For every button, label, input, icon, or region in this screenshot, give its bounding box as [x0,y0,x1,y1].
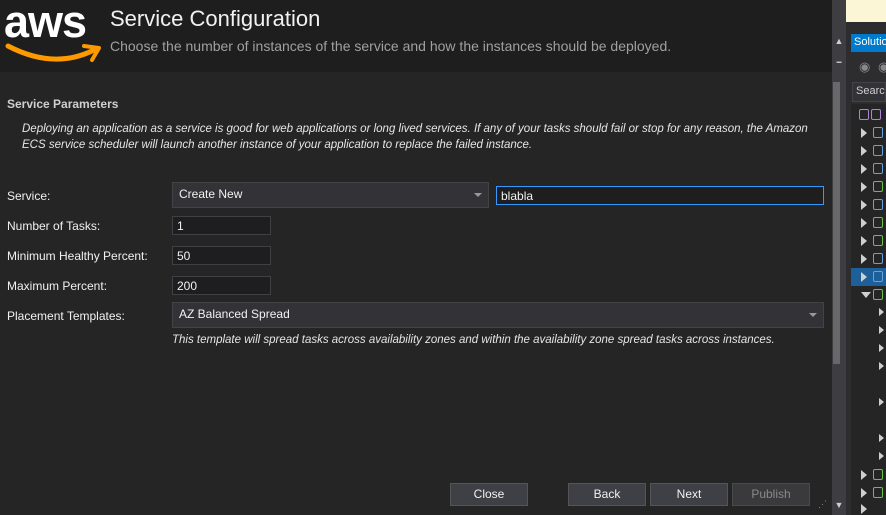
back-button[interactable]: Back [568,483,646,506]
aws-smile-icon [5,43,101,62]
service-name-input[interactable]: blabla [496,186,824,205]
tab-solution-explorer[interactable]: Solution Explorer [851,34,886,52]
service-configuration-dialog: aws Service Configuration Choose the num… [0,0,832,515]
service-select-value: Create New [179,187,243,201]
forward-icon[interactable]: ◉ [878,59,886,75]
chevron-down-icon [809,313,817,317]
file-icon [873,127,883,138]
tree-node-solution[interactable] [851,106,886,124]
project-icon [873,253,883,264]
tree-node-expanded[interactable] [851,286,886,304]
split-icon[interactable]: ━ [834,58,844,67]
project-icon [871,109,881,120]
placement-label: Placement Templates: [7,309,125,323]
service-label: Service: [7,189,51,203]
solution-search-input[interactable]: Search Solution Explorer [852,82,886,102]
section-title: Service Parameters [7,97,119,111]
page-subtitle: Choose the number of instances of the se… [110,38,672,54]
max-percent-input[interactable]: 200 [172,276,271,295]
project-icon [873,487,883,498]
project-icon [873,469,883,480]
expand-icon[interactable] [879,326,884,334]
tree-node[interactable] [851,196,886,214]
project-icon [873,163,883,174]
expand-icon[interactable] [879,362,884,370]
max-percent-label: Maximum Percent: [7,279,108,293]
expand-icon[interactable] [861,146,867,156]
expand-icon[interactable] [861,504,867,514]
tree-node[interactable] [851,250,886,268]
screen: { "header": { "logo_text": "aws", "title… [0,0,886,515]
section-description: Deploying an application as a service is… [22,123,808,151]
tasks-input[interactable]: 1 [172,216,271,235]
project-icon [873,289,883,300]
expand-icon[interactable] [879,398,884,406]
project-icon [873,199,883,210]
aws-logo: aws [4,0,104,66]
min-healthy-label: Minimum Healthy Percent: [7,249,148,263]
scroll-down-icon[interactable]: ▼ [834,500,844,510]
expand-icon[interactable] [861,272,867,282]
project-icon [873,217,883,228]
next-button[interactable]: Next [650,483,728,506]
tree-node[interactable] [851,214,886,232]
wizard-header: aws Service Configuration Choose the num… [0,0,832,72]
expand-icon[interactable] [879,344,884,352]
project-icon [873,145,883,156]
tree-node[interactable] [851,178,886,196]
expand-icon[interactable] [879,308,884,316]
expand-icon[interactable] [861,218,867,228]
expand-icon[interactable] [861,254,867,264]
close-button[interactable]: Close [450,483,528,506]
tasks-label: Number of Tasks: [7,219,101,233]
expand-icon[interactable] [861,488,867,498]
tree-node[interactable] [851,232,886,250]
tree-node[interactable] [851,500,886,515]
placement-select-value: AZ Balanced Spread [179,307,290,321]
tree-node[interactable] [851,142,886,160]
project-icon [873,235,883,246]
tree-node[interactable] [851,124,886,142]
expand-icon[interactable] [861,128,867,138]
publish-button[interactable]: Publish [732,483,810,506]
solution-explorer-toolbar: ◉ ◉ [851,54,886,80]
service-select[interactable]: Create New [172,182,489,208]
min-healthy-input[interactable]: 50 [172,246,271,265]
expand-icon[interactable] [861,182,867,192]
back-icon[interactable]: ◉ [859,59,870,75]
placement-note: This template will spread tasks across a… [172,334,775,346]
tree-node-selected[interactable] [851,268,886,286]
collapse-icon[interactable] [861,292,871,298]
project-icon [873,271,883,282]
expand-icon[interactable] [861,236,867,246]
resize-grip-icon[interactable]: ⋰ [818,499,830,511]
placement-select[interactable]: AZ Balanced Spread [172,302,824,328]
page-title: Service Configuration [110,6,321,31]
info-bar [846,0,886,22]
tree-node[interactable] [851,466,886,484]
scroll-up-icon[interactable]: ▲ [834,36,844,46]
scroll-thumb[interactable] [833,82,840,364]
expand-icon[interactable] [861,164,867,174]
expand-icon[interactable] [861,470,867,480]
solution-icon [859,109,869,120]
expand-icon[interactable] [861,200,867,210]
expand-icon[interactable] [879,434,884,442]
expand-icon[interactable] [879,452,884,460]
project-icon [873,181,883,192]
chevron-down-icon [474,193,482,197]
tree-node[interactable] [851,160,886,178]
